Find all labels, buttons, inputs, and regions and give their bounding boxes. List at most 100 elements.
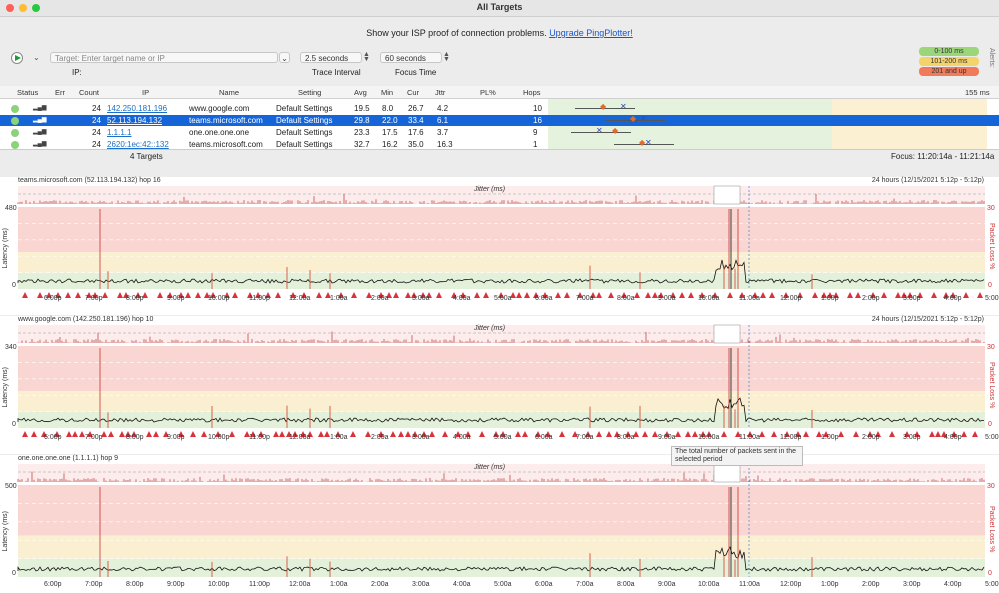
- col-ip[interactable]: IP: [142, 88, 149, 97]
- focus-stepper[interactable]: ▲ ▼: [443, 51, 450, 63]
- time-tick-label: 9:00a: [658, 581, 676, 588]
- latency-axis-label: Latency (ms): [2, 511, 9, 552]
- time-tick-label: 4:00p: [944, 295, 962, 302]
- alerts-tab[interactable]: Alerts:: [988, 48, 995, 68]
- cell-name: one.one.one.one: [189, 128, 250, 137]
- time-tick-label: 10:00a: [698, 434, 720, 441]
- time-tick-label: 5:00a: [494, 581, 512, 588]
- time-tick-label: 1:00a: [330, 434, 348, 441]
- time-tick-label: 9:00a: [658, 434, 676, 441]
- time-tick-label: 10:00p: [208, 434, 230, 441]
- time-tick-label: 9:00p: [167, 581, 185, 588]
- time-tick-label: 3:00p: [903, 581, 921, 588]
- time-tick-label: 11:00p: [249, 434, 270, 441]
- cell-hops: 10: [533, 104, 542, 113]
- cell-setting: Default Settings: [276, 140, 333, 149]
- col-cur[interactable]: Cur: [407, 88, 419, 97]
- loss-axis-label: Packet Loss %: [988, 223, 995, 270]
- time-tick-label: 6:00a: [535, 581, 553, 588]
- time-tick-label: 10:00a: [698, 581, 720, 588]
- cell-hops: 1: [533, 140, 538, 149]
- col-hops[interactable]: Hops: [523, 88, 541, 97]
- status-ok-icon: [11, 129, 19, 137]
- play-icon: [15, 55, 21, 61]
- right-min-label: 0: [988, 570, 992, 577]
- graph-icon[interactable]: ▂▄▆: [33, 128, 46, 135]
- cell-ip[interactable]: 2620:1ec:42::132: [107, 140, 169, 149]
- right-min-label: 0: [988, 421, 992, 428]
- col-min[interactable]: Min: [381, 88, 393, 97]
- cell-hops: 16: [533, 116, 542, 125]
- time-tick-label: 2:00a: [371, 434, 389, 441]
- latency-graph[interactable]: teams.microsoft.com (52.113.194.132) hop…: [0, 177, 999, 315]
- col-count[interactable]: Count: [79, 88, 99, 97]
- graph-icon[interactable]: ▂▄▆: [33, 140, 46, 147]
- status-ok-icon: [11, 141, 19, 149]
- target-input[interactable]: Target: Enter target name or IP: [50, 52, 278, 63]
- cell-ip[interactable]: 142.250.181.196: [107, 104, 167, 113]
- target-dropdown-button[interactable]: ⌄: [279, 52, 290, 63]
- time-tick-label: 2:00a: [371, 581, 389, 588]
- time-tick-label: 12:00p: [780, 434, 802, 441]
- upgrade-link[interactable]: Upgrade PingPlotter!: [549, 28, 633, 38]
- cell-min: 17.5: [382, 128, 398, 137]
- current-marker-icon: ✕: [640, 114, 647, 123]
- target-table-header: Status Err Count IP Name Setting Avg Min…: [0, 86, 999, 99]
- y-min-label: 0: [12, 421, 16, 428]
- time-tick-label: 6:00a: [535, 434, 553, 441]
- start-trace-button[interactable]: [11, 52, 23, 64]
- graph-icon[interactable]: ▂▄▆: [33, 116, 46, 123]
- col-name[interactable]: Name: [219, 88, 239, 97]
- legend-green: 0-100 ms: [919, 47, 979, 56]
- time-tick-label: 2:00p: [862, 295, 880, 302]
- cell-ip[interactable]: 1.1.1.1: [107, 128, 131, 137]
- time-tick-label: 4:00a: [453, 581, 471, 588]
- jitter-label: Jitter (ms): [474, 464, 506, 471]
- status-ok-icon: [11, 117, 19, 125]
- col-setting[interactable]: Setting: [298, 88, 321, 97]
- time-tick-label: 12:00a: [289, 581, 311, 588]
- status-ok-icon: [11, 105, 19, 113]
- time-tick-label: 9:00p: [167, 434, 185, 441]
- time-tick-label: 8:00p: [126, 295, 144, 302]
- time-tick-label: 12:00p: [780, 581, 802, 588]
- cell-name: www.google.com: [189, 104, 250, 113]
- trace-interval-field[interactable]: 2.5 seconds: [300, 52, 362, 63]
- right-max-label: 30: [987, 483, 995, 490]
- table-row[interactable]: ▂▄▆ 24 1.1.1.1 one.one.one.one Default Setti…: [0, 126, 999, 138]
- chevron-down-icon[interactable]: ⌄: [33, 53, 40, 62]
- time-tick-label: 1:00p: [821, 581, 839, 588]
- promo-banner: Show your ISP proof of connection proble…: [0, 28, 999, 38]
- cell-avg: 29.8: [354, 116, 370, 125]
- cell-jttr: 6.1: [437, 116, 449, 125]
- right-max-label: 30: [987, 344, 995, 351]
- jitter-label: Jitter (ms): [474, 325, 506, 332]
- focus-time-label: Focus Time: [395, 68, 437, 77]
- cell-ip[interactable]: 52.113.194.132: [107, 116, 162, 125]
- table-row[interactable]: ▂▄▆ 24 142.250.181.196 www.google.com Defaul…: [0, 102, 999, 114]
- graph-range: 24 hours (12/15/2021 5:12p - 5:12p): [871, 177, 984, 184]
- latency-graph[interactable]: one.one.one.one (1.1.1.1) hop 9 Jitter (m…: [0, 455, 999, 593]
- cell-avg: 32.7: [354, 140, 370, 149]
- table-row[interactable]: ▂▄▆ 24 52.113.194.132 teams.microsoft.com De…: [0, 114, 999, 126]
- col-jttr[interactable]: Jttr: [435, 88, 445, 97]
- time-tick-label: 5:00p: [985, 295, 999, 302]
- graph-title: one.one.one.one (1.1.1.1) hop 9: [18, 455, 119, 462]
- time-tick-label: 3:00p: [903, 295, 921, 302]
- time-tick-label: 3:00a: [412, 434, 430, 441]
- latency-graph[interactable]: www.google.com (142.250.181.196) hop 10 2…: [0, 316, 999, 454]
- time-tick-label: 6:00p: [44, 581, 62, 588]
- time-tick-label: 9:00p: [167, 295, 185, 302]
- graph-icon[interactable]: ▂▄▆: [33, 104, 46, 111]
- time-tick-label: 8:00a: [617, 295, 635, 302]
- col-avg[interactable]: Avg: [354, 88, 367, 97]
- focus-time-field[interactable]: 60 seconds: [380, 52, 442, 63]
- promo-text: Show your ISP proof of connection proble…: [366, 28, 547, 38]
- col-err[interactable]: Err: [55, 88, 65, 97]
- col-pl[interactable]: PL%: [480, 88, 496, 97]
- cell-cur: 17.6: [408, 128, 424, 137]
- interval-stepper[interactable]: ▲ ▼: [363, 51, 370, 63]
- cell-name: teams.microsoft.com: [189, 116, 263, 125]
- col-status[interactable]: Status: [17, 88, 38, 97]
- time-tick-label: 12:00p: [780, 295, 802, 302]
